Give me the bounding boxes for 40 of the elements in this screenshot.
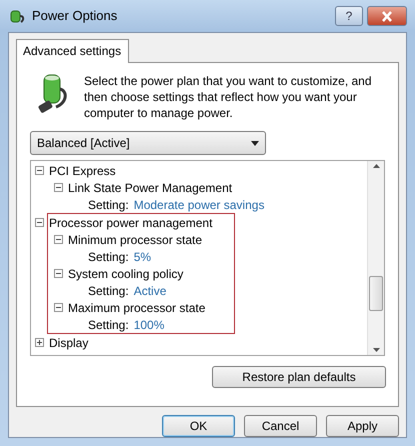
tree-item[interactable]: Maximum processor state (68, 298, 206, 316)
scroll-up-icon[interactable] (372, 164, 380, 168)
tree-item[interactable]: Link State Power Management (68, 178, 232, 196)
setting-label: Setting: (88, 316, 129, 334)
collapse-icon[interactable] (54, 183, 63, 192)
scroll-down-icon[interactable] (372, 348, 380, 352)
help-button[interactable]: ? (335, 6, 363, 26)
collapse-icon[interactable] (54, 235, 63, 244)
scrollbar[interactable] (367, 161, 384, 355)
dialog-button[interactable]: OK (162, 415, 235, 437)
scroll-thumb[interactable] (369, 276, 383, 311)
tree-item[interactable]: Display (49, 334, 88, 352)
collapse-icon[interactable] (35, 166, 44, 175)
setting-label: Setting: (88, 196, 129, 214)
power-plan-dropdown[interactable]: Balanced [Active] (30, 131, 266, 155)
setting-label: Setting: (88, 248, 129, 266)
tab[interactable]: Advanced settings (16, 39, 130, 63)
instruction-text: Select the power plan that you want to customize, and then choose settings that reflect how you want your computer to manage power. (84, 73, 373, 121)
setting-value[interactable]: Active (134, 282, 166, 300)
tree-item[interactable]: PCI Express (49, 162, 116, 180)
tree-item[interactable]: Processor power management (49, 214, 212, 232)
restore-defaults-button[interactable]: Restore plan defaults (212, 366, 386, 388)
close-button[interactable] (367, 6, 407, 26)
setting-value[interactable]: 100% (134, 316, 164, 334)
tree-item[interactable]: Minimum processor state (68, 230, 202, 248)
close-icon (381, 10, 393, 22)
tree-item[interactable]: System cooling policy (68, 264, 184, 282)
window-title: Power Options (32, 7, 118, 26)
dialog-button[interactable]: Cancel (244, 415, 317, 437)
setting-label: Setting: (88, 282, 129, 300)
collapse-icon[interactable] (35, 218, 44, 227)
dropdown-arrow-icon (251, 140, 259, 146)
power-plug-icon (8, 8, 26, 24)
setting-value[interactable]: Moderate power savings (134, 196, 264, 214)
setting-value[interactable]: 5% (134, 248, 152, 266)
collapse-icon[interactable] (54, 269, 63, 278)
collapse-icon[interactable] (54, 303, 63, 312)
battery-plug-icon (38, 73, 68, 115)
expand-icon[interactable] (35, 338, 44, 347)
dialog-button[interactable]: Apply (326, 415, 399, 437)
